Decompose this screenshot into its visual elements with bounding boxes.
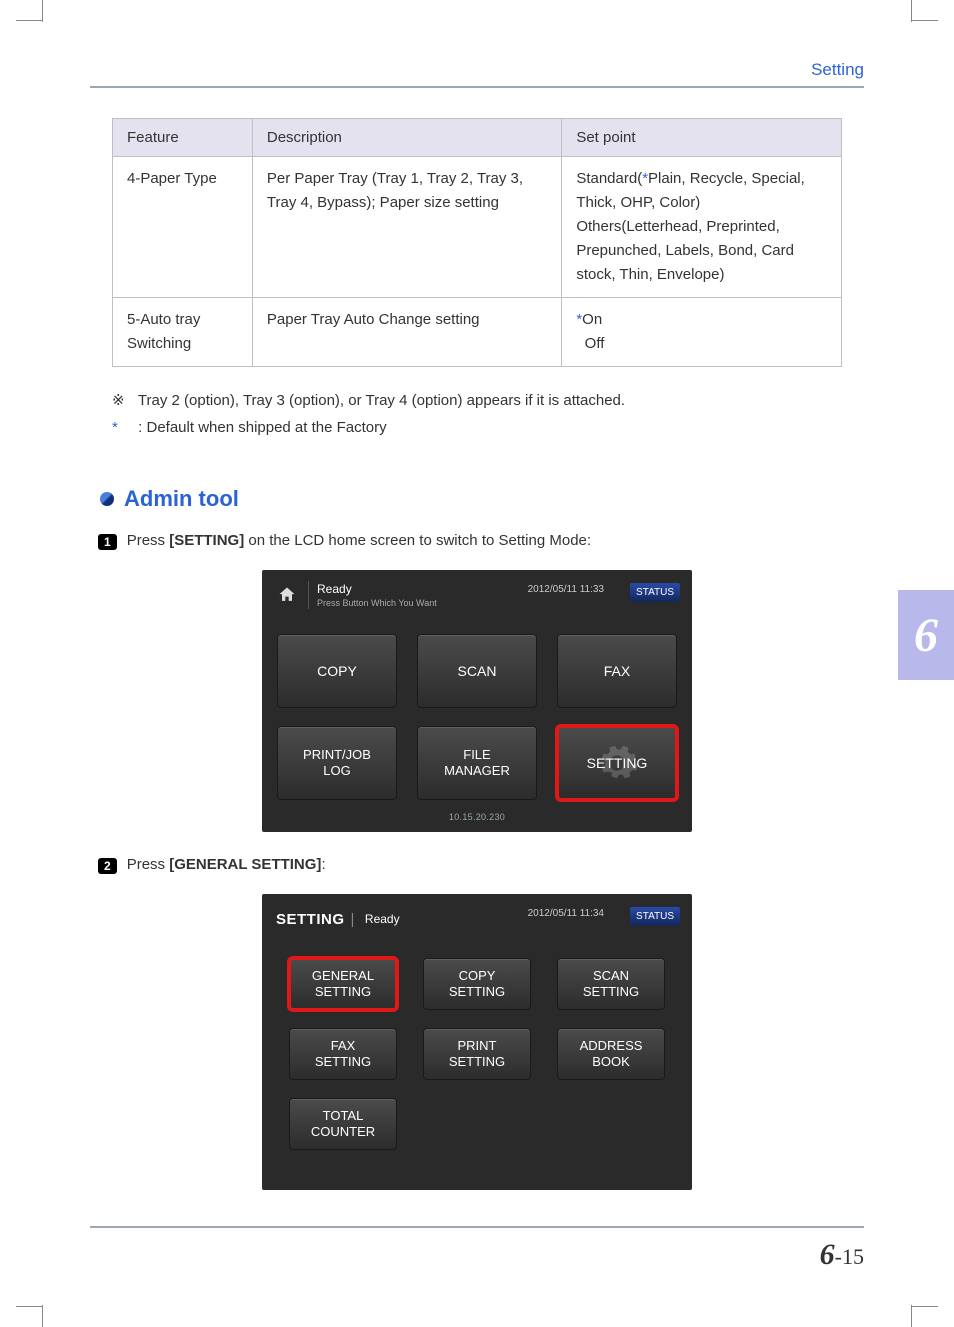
status-ready: Ready [317,582,437,596]
table-notes: ※ Tray 2 (option), Tray 3 (option), or T… [112,387,842,441]
scan-setting-button[interactable]: SCAN SETTING [557,958,665,1010]
general-setting-button[interactable]: GENERAL SETTING [289,958,397,1010]
scan-button[interactable]: SCAN [417,634,537,708]
chapter-tab: 6 [898,590,954,680]
status-button[interactable]: STATUS [630,907,680,926]
th-setpoint: Set point [562,119,842,157]
cell-feature: 5-Auto tray Switching [113,298,253,367]
feature-table: Feature Description Set point 4-Paper Ty… [112,118,842,367]
copy-button[interactable]: COPY [277,634,397,708]
footer-rule [90,1226,864,1228]
page-number: 6-15 [90,1238,864,1272]
header-title: Setting [90,60,864,80]
total-counter-button[interactable]: TOTAL COUNTER [289,1098,397,1150]
cell-description: Paper Tray Auto Change setting [252,298,561,367]
status-ready: Ready [365,912,400,926]
table-row: 4-Paper Type Per Paper Tray (Tray 1, Tra… [113,157,842,298]
fax-button[interactable]: FAX [557,634,677,708]
status-sub: Press Button Which You Want [317,598,437,608]
copy-setting-button[interactable]: COPY SETTING [423,958,531,1010]
cell-setpoint: *On Off [562,298,842,367]
datetime: 2012/05/11 11:33 [528,584,604,595]
setting-button[interactable]: SETTING [557,726,677,800]
print-setting-button[interactable]: PRINT SETTING [423,1028,531,1080]
cell-setpoint: Standard(*Plain, Recycle, Special, Thick… [562,157,842,298]
note-symbol: * [112,414,134,441]
lcd-setting-screenshot: SETTING| Ready 2012/05/11 11:34 STATUS G… [262,894,692,1190]
cell-feature: 4-Paper Type [113,157,253,298]
status-button[interactable]: STATUS [630,583,680,602]
step-2: 2 Press [GENERAL SETTING]: [98,856,864,874]
th-feature: Feature [113,119,253,157]
lcd-home-screenshot: Ready Press Button Which You Want 2012/0… [262,570,692,832]
breadcrumb: SETTING| [276,911,361,928]
step-number-badge: 1 [98,534,117,550]
file-manager-button[interactable]: FILE MANAGER [417,726,537,800]
bullet-icon [100,492,114,506]
section-title: Admin tool [124,486,239,512]
print-job-log-button[interactable]: PRINT/JOB LOG [277,726,397,800]
section-heading: Admin tool [100,486,864,512]
table-row: 5-Auto tray Switching Paper Tray Auto Ch… [113,298,842,367]
note-symbol: ※ [112,387,134,414]
header-rule [90,86,864,88]
address-book-button[interactable]: ADDRESS BOOK [557,1028,665,1080]
step-number-badge: 2 [98,858,117,874]
fax-setting-button[interactable]: FAX SETTING [289,1028,397,1080]
th-description: Description [252,119,561,157]
home-icon[interactable] [276,584,298,606]
cell-description: Per Paper Tray (Tray 1, Tray 2, Tray 3, … [252,157,561,298]
ip-address: 10.15.20.230 [270,812,684,822]
datetime: 2012/05/11 11:34 [528,908,604,919]
step-1: 1 Press [SETTING] on the LCD home screen… [98,532,864,550]
